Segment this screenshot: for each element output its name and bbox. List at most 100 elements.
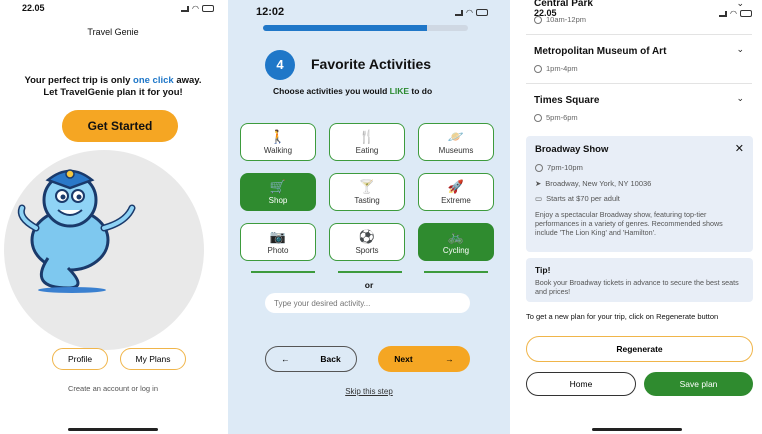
location-arrow-icon: ➤ (535, 179, 542, 188)
battery-icon (202, 5, 214, 12)
battery-icon (476, 9, 488, 16)
signal-icon (719, 10, 728, 17)
status-icons: ◠ (181, 4, 214, 13)
tagline-highlight: one click (133, 75, 174, 86)
time-text: 10am-12pm (546, 15, 587, 24)
tagline-line2: Let TravelGenie plan it for you! (43, 87, 183, 98)
tagline-prefix: Your perfect trip is only (24, 75, 134, 86)
card-address: ➤ Broadway, New York, NY 10036 (535, 179, 651, 188)
progress-fill (263, 25, 427, 31)
wifi-icon: ◠ (730, 9, 737, 18)
ticket-icon: ▭ (535, 194, 543, 203)
get-started-button[interactable]: Get Started (62, 110, 178, 142)
activity-eating[interactable]: 🍴 Eating (329, 123, 405, 161)
signal-icon (181, 5, 190, 12)
activity-label: Photo (267, 245, 289, 255)
trip-plan-screen: Central Park ⌄ 22.05 ◠ 10am-12pm Metropo… (512, 0, 762, 434)
card-address-text: Broadway, New York, NY 10036 (545, 179, 652, 188)
status-icons: ◠ (455, 8, 488, 17)
activity-extreme[interactable]: 🚀 Extreme (418, 173, 494, 211)
home-indicator (592, 428, 682, 431)
arrow-right-icon: → (445, 354, 454, 364)
activity-cycling[interactable]: 🚲 Cycling (418, 223, 494, 261)
my-plans-button[interactable]: My Plans (120, 348, 186, 370)
home-indicator (68, 428, 158, 431)
or-label: or (364, 280, 374, 290)
back-button[interactable]: ← Back (265, 346, 357, 372)
activity-label: Shop (268, 195, 288, 205)
arrow-left-icon: ← (281, 354, 290, 364)
tip-card: Tip! Book your Broadway tickets in advan… (526, 258, 753, 302)
subtitle-suffix: to do (409, 86, 433, 96)
walking-icon: 🚶 (269, 128, 287, 144)
activity-photo[interactable]: 📷 Photo (240, 223, 316, 261)
eating-icon: 🍴 (358, 128, 376, 144)
skip-step-link[interactable]: Skip this step (228, 387, 510, 396)
custom-activity-input[interactable] (265, 293, 470, 313)
next-label: Next (394, 354, 413, 364)
profile-button[interactable]: Profile (52, 348, 108, 370)
clock-icon (534, 15, 542, 24)
activity-museums[interactable]: 🪐 Museums (418, 123, 494, 161)
card-title: Broadway Show (535, 144, 609, 155)
activity-shop[interactable]: 🛒 Shop (240, 173, 316, 211)
divider (526, 83, 752, 84)
divider (526, 34, 752, 35)
signal-icon (455, 9, 464, 16)
save-plan-button[interactable]: Save plan (644, 372, 753, 396)
status-time: 12:02 (256, 6, 285, 18)
cycling-icon: 🚲 (447, 228, 465, 244)
itinerary-title-times-square[interactable]: Times Square (534, 95, 599, 106)
close-icon[interactable]: ✕ (735, 142, 744, 155)
activity-label: Cycling (442, 245, 470, 255)
app-brand: Travel Genie (87, 27, 139, 37)
shop-icon: 🛒 (269, 178, 287, 194)
tasting-icon: 🍸 (358, 178, 376, 194)
card-description: Enjoy a spectacular Broadway show, featu… (535, 210, 723, 237)
activity-label: Tasting (354, 195, 380, 205)
chevron-down-icon[interactable]: ⌄ (736, 93, 744, 104)
itinerary-title-met-museum[interactable]: Metropolitan Museum of Art (534, 46, 666, 57)
clock-icon (534, 64, 542, 73)
photo-icon: 📷 (269, 228, 287, 244)
home-button[interactable]: Home (526, 372, 636, 396)
activity-label: Sports (355, 245, 379, 255)
regenerate-note: To get a new plan for your trip, click o… (526, 312, 719, 321)
step-title: Favorite Activities (311, 56, 432, 72)
itinerary-time: 1pm-4pm (534, 64, 578, 73)
chevron-down-icon[interactable]: ⌄ (736, 0, 744, 9)
activities-screen: 12:02 ◠ 4 Favorite Activities Choose act… (228, 0, 510, 434)
tagline-suffix: away. (173, 75, 202, 86)
clock-icon (535, 163, 543, 172)
regenerate-button[interactable]: Regenerate (526, 336, 753, 362)
next-button[interactable]: Next → (378, 346, 470, 372)
progress-bar (263, 25, 468, 31)
subtitle-like: LIKE (389, 86, 410, 96)
card-time: 7pm-10pm (535, 163, 583, 172)
wifi-icon: ◠ (192, 4, 199, 13)
activity-walking[interactable]: 🚶 Walking (240, 123, 316, 161)
time-text: 5pm-6pm (546, 113, 578, 122)
tip-text: Book your Broadway tickets in advance to… (535, 278, 739, 296)
card-time-text: 7pm-10pm (547, 163, 583, 172)
museums-icon: 🪐 (447, 128, 465, 144)
tagline: Your perfect trip is only one click away… (0, 75, 226, 99)
chevron-down-icon[interactable]: ⌄ (736, 44, 744, 55)
wifi-icon: ◠ (466, 8, 473, 17)
itinerary-time: 10am-12pm (534, 15, 586, 24)
status-time: 22.05 (22, 3, 45, 13)
create-account-link[interactable]: Create an account or log in (0, 384, 226, 393)
divider-line (251, 271, 315, 273)
activity-sports[interactable]: ⚽ Sports (329, 223, 405, 261)
tip-title: Tip! (535, 265, 551, 275)
clock-icon (534, 113, 542, 122)
step-number-badge: 4 (265, 50, 295, 80)
genie-mascot-icon (17, 169, 136, 293)
welcome-screen: 22.05 ◠ Travel Genie Your perfect trip i… (0, 0, 226, 434)
activity-label: Walking (263, 145, 293, 155)
activity-tasting[interactable]: 🍸 Tasting (329, 173, 405, 211)
step-subtitle: Choose activities you would LIKE to do (273, 86, 473, 96)
battery-icon (740, 10, 752, 17)
itinerary-time: 5pm-6pm (534, 113, 578, 122)
activity-label: Eating (355, 145, 379, 155)
